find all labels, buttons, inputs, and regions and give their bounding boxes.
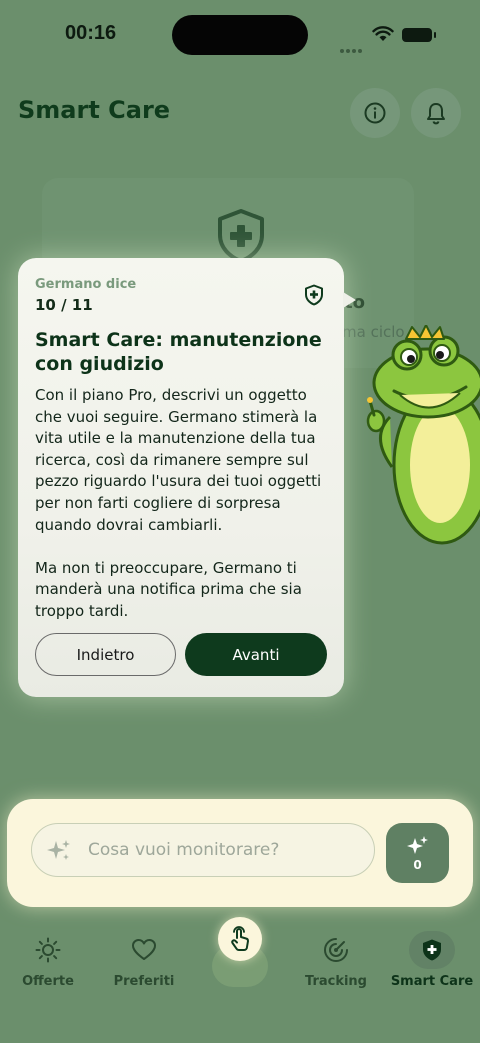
battery-icon [402,28,436,42]
next-button[interactable]: Avanti [185,633,327,676]
monitor-composer: Cosa vuoi monitorare? 0 [7,799,473,907]
generate-button[interactable]: 0 [386,823,449,883]
wifi-icon [372,26,394,41]
shield-plus-icon [218,209,264,263]
bell-icon [427,103,445,125]
tap-hand-icon [231,926,249,951]
status-time: 00:16 [65,22,117,44]
tab-smart-care[interactable]: Smart Care [384,925,480,1005]
radar-icon [324,938,348,962]
heart-icon [132,939,156,960]
tooltip-speaker: Germano dice [35,277,137,292]
info-button[interactable] [350,88,400,138]
status-bar: 00:16 [0,0,480,70]
tab-offerte[interactable]: Offerte [0,925,96,1005]
credits-count: 0 [413,858,422,872]
monitor-input-placeholder: Cosa vuoi monitorare? [88,840,280,860]
dynamic-island [172,15,308,55]
page-title: Smart Care [18,96,171,124]
info-icon [364,102,386,124]
tab-preferiti[interactable]: Preferiti [96,925,192,1005]
back-button[interactable]: Indietro [35,633,176,676]
shield-plus-icon [423,939,441,961]
tooltip-pointer [343,292,356,308]
tab-preferiti-label: Preferiti [113,974,175,989]
monitor-input[interactable]: Cosa vuoi monitorare? [31,823,375,877]
frog-mascot-illustration [366,325,480,545]
sun-icon [35,937,61,963]
sparkles-icon [407,836,428,854]
shield-plus-icon [305,284,323,306]
signal-icon [340,38,368,53]
onboarding-tooltip: Germano dice 10 / 11 Smart Care: manuten… [18,258,344,697]
tab-tracking[interactable]: Tracking [288,925,384,1005]
notifications-button[interactable] [411,88,461,138]
tooltip-step-counter: 10 / 11 [35,296,93,314]
center-tap-button[interactable] [218,917,262,961]
tab-tracking-label: Tracking [305,974,367,989]
tab-offerte-label: Offerte [22,974,74,989]
tooltip-body: Con il piano Pro, descrivi un oggetto ch… [35,386,322,620]
tooltip-title: Smart Care: manutenzione con giudizio [35,329,322,375]
tab-smart-care-label: Smart Care [390,974,474,989]
sparkles-icon [47,840,70,860]
